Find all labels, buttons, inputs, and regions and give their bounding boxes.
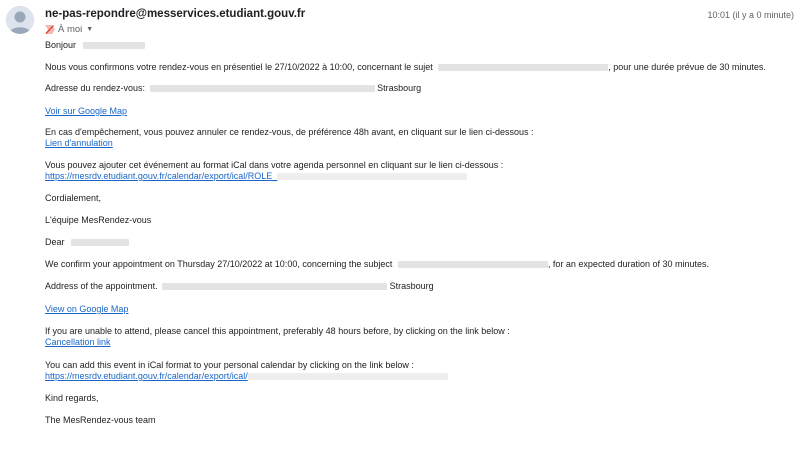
fr-confirm-before: Nous vous confirmons votre rendez-vous e…	[45, 62, 433, 72]
en-signature: The MesRendez-vous team	[45, 415, 156, 425]
en-ical-link-line: https://mesrdv.etudiant.gouv.fr/calendar…	[45, 371, 448, 382]
fr-address-label: Adresse du rendez-vous:	[45, 83, 146, 93]
en-ical-link[interactable]: https://mesrdv.etudiant.gouv.fr/calendar…	[45, 371, 248, 381]
en-confirm-before: We confirm your appointment on Thursday …	[45, 259, 393, 269]
en-address-city: Strasbourg	[389, 281, 434, 291]
en-greeting: Dear	[45, 237, 65, 247]
redacted-subject	[397, 261, 548, 269]
redacted-link-suffix	[277, 173, 468, 181]
en-address-line: Address of the appointment. Strasbourg	[45, 281, 434, 292]
caret-down-icon[interactable]: ▼	[86, 26, 93, 33]
fr-signature: L'équipe MesRendez-vous	[45, 215, 152, 225]
fr-cancel-link[interactable]: Lien d'annulation	[45, 138, 113, 148]
en-greeting-line: Dear	[45, 237, 130, 248]
redacted-name	[71, 239, 130, 247]
timestamp: 10:01 (il y a 0 minute)	[707, 10, 794, 20]
redacted-address	[162, 283, 388, 291]
fr-ical-link-line: https://mesrdv.etudiant.gouv.fr/calendar…	[45, 171, 468, 182]
recipient-label: À moi	[58, 24, 83, 35]
en-address-label: Address of the appointment.	[45, 281, 158, 291]
redacted-name	[82, 42, 145, 50]
en-closing: Kind regards,	[45, 393, 99, 403]
redacted-subject	[438, 64, 609, 72]
en-confirm-after: , for an expected duration of 30 minutes…	[547, 259, 710, 269]
redacted-link-suffix	[247, 373, 448, 381]
redacted-address	[149, 85, 375, 93]
fr-ical-link[interactable]: https://mesrdv.etudiant.gouv.fr/calendar…	[45, 171, 277, 181]
fr-map-line: Voir sur Google Map	[45, 106, 127, 117]
fr-ical-text: Vous pouvez ajouter cet événement au for…	[45, 160, 504, 170]
sender-avatar[interactable]	[6, 6, 34, 34]
sender-address[interactable]: ne-pas-repondre@messervices.etudiant.gou…	[45, 8, 305, 20]
fr-greeting-line: Bonjour	[45, 40, 145, 51]
fr-cancel-link-line: Lien d'annulation	[45, 138, 113, 149]
fr-cancel-text: En cas d'empêchement, vous pouvez annule…	[45, 127, 534, 137]
en-cancel-link[interactable]: Cancellation link	[45, 337, 111, 347]
fr-confirm-after: , pour une durée prévue de 30 minutes.	[608, 62, 766, 72]
fr-map-link[interactable]: Voir sur Google Map	[45, 106, 127, 116]
email-header: ne-pas-repondre@messervices.etudiant.gou…	[0, 0, 800, 40]
fr-confirmation-line: Nous vous confirmons votre rendez-vous e…	[45, 62, 766, 73]
en-cancel-text: If you are unable to attend, please canc…	[45, 326, 510, 336]
en-cancel-link-line: Cancellation link	[45, 337, 111, 348]
important-marker-icon[interactable]	[45, 25, 55, 34]
fr-greeting: Bonjour	[45, 40, 77, 50]
recipient-line[interactable]: À moi ▼	[45, 24, 93, 35]
fr-address-city: Strasbourg	[377, 83, 422, 93]
fr-address-line: Adresse du rendez-vous: Strasbourg	[45, 83, 421, 94]
en-map-line: View on Google Map	[45, 304, 128, 315]
en-confirmation-line: We confirm your appointment on Thursday …	[45, 259, 709, 270]
en-map-link[interactable]: View on Google Map	[45, 304, 128, 314]
person-icon	[6, 6, 34, 34]
fr-closing: Cordialement,	[45, 193, 102, 203]
en-ical-text: You can add this event in iCal format to…	[45, 360, 414, 370]
